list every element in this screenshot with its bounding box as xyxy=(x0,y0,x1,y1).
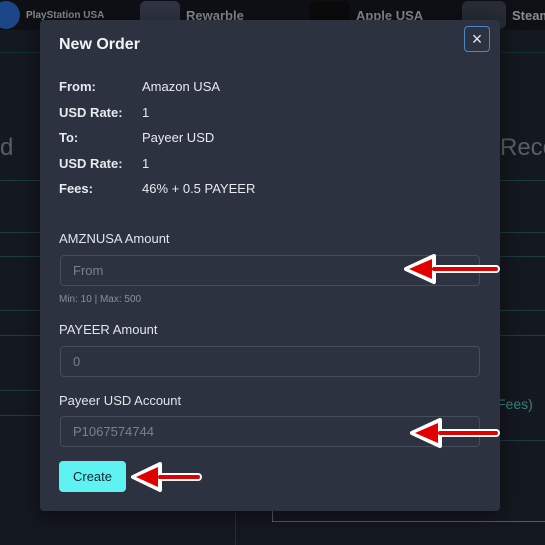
account-label: Payeer USD Account xyxy=(59,393,182,408)
info-label: From: xyxy=(59,79,96,94)
close-icon: × xyxy=(471,28,483,49)
info-label: To: xyxy=(59,130,79,145)
close-button[interactable]: × xyxy=(464,26,490,52)
payeer-amount-label: PAYEER Amount xyxy=(59,322,158,337)
amount-label: AMZNUSA Amount xyxy=(59,231,170,246)
info-label: USD Rate: xyxy=(59,105,123,120)
modal-title: New Order xyxy=(59,36,140,53)
payeer-amount-input[interactable] xyxy=(60,346,480,377)
amount-hint: Min: 10 | Max: 500 xyxy=(59,294,142,305)
create-button[interactable]: Create xyxy=(59,461,126,492)
info-value: Payeer USD xyxy=(142,130,215,145)
info-value: 1 xyxy=(142,105,150,120)
red-arrow-icon xyxy=(410,418,500,448)
red-arrow-icon xyxy=(404,254,500,284)
info-value: 1 xyxy=(142,156,150,171)
info-value: Amazon USA xyxy=(142,79,221,94)
red-arrow-icon xyxy=(131,462,202,492)
info-label: Fees: xyxy=(59,181,93,196)
info-value: 46% + 0.5 PAYEER xyxy=(142,181,256,196)
info-label: USD Rate: xyxy=(59,156,123,171)
